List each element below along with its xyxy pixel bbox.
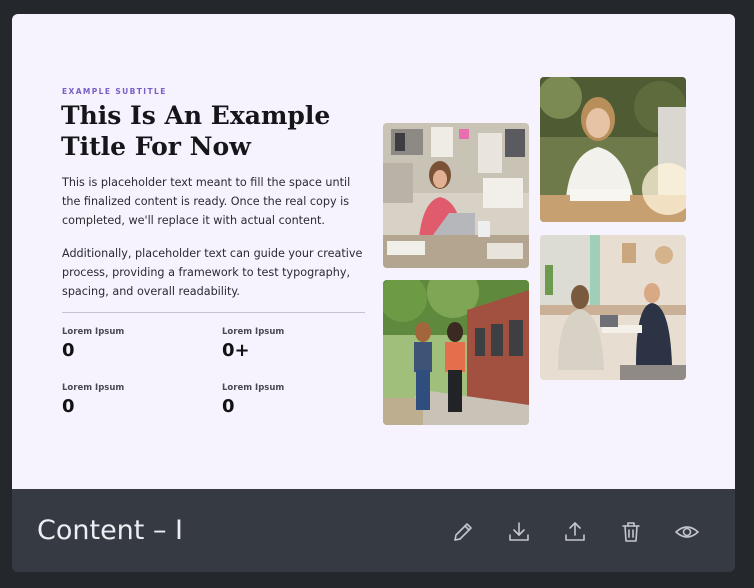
card-footer: Content – I (12, 489, 735, 572)
template-card[interactable]: EXAMPLE SUBTITLE This Is An Example Titl… (12, 14, 735, 572)
stat-2: Lorem Ipsum 0+ (222, 327, 284, 361)
photo-woman-laptop (383, 123, 529, 268)
stat-value: 0+ (222, 340, 250, 361)
stat-4: Lorem Ipsum 0 (222, 383, 284, 417)
stat-value: 0 (222, 396, 235, 417)
stat-value: 0 (62, 340, 75, 361)
download-icon (509, 522, 529, 541)
stat-3: Lorem Ipsum 0 (62, 383, 124, 417)
stat-label: Lorem Ipsum (62, 327, 125, 337)
template-preview[interactable]: EXAMPLE SUBTITLE This Is An Example Titl… (12, 14, 735, 489)
template-name: Content – I (37, 515, 184, 546)
photo-woman-writing (540, 77, 686, 222)
edit-button[interactable] (450, 519, 476, 545)
eye-icon (675, 526, 699, 538)
stat-label: Lorem Ipsum (62, 383, 125, 393)
pencil-icon (454, 523, 472, 541)
download-button[interactable] (506, 519, 532, 545)
stat-label: Lorem Ipsum (222, 383, 285, 393)
delete-button[interactable] (618, 519, 644, 545)
trash-icon (622, 522, 640, 542)
stat-value: 0 (62, 396, 75, 417)
body-paragraph-2: Additionally, placeholder text can guide… (62, 247, 363, 298)
upload-button[interactable] (562, 519, 588, 545)
preview-button[interactable] (674, 519, 700, 545)
upload-icon (565, 522, 585, 541)
photo-cafe-meeting (540, 235, 686, 380)
stat-label: Lorem Ipsum (222, 327, 285, 337)
divider (62, 312, 365, 313)
example-subtitle: EXAMPLE SUBTITLE (62, 87, 167, 96)
photo-two-women-walking (383, 280, 529, 425)
stat-1: Lorem Ipsum 0 (62, 327, 124, 361)
body-paragraph-1: This is placeholder text meant to fill t… (62, 176, 351, 227)
example-title: This Is An Example Title For Now (61, 101, 331, 161)
